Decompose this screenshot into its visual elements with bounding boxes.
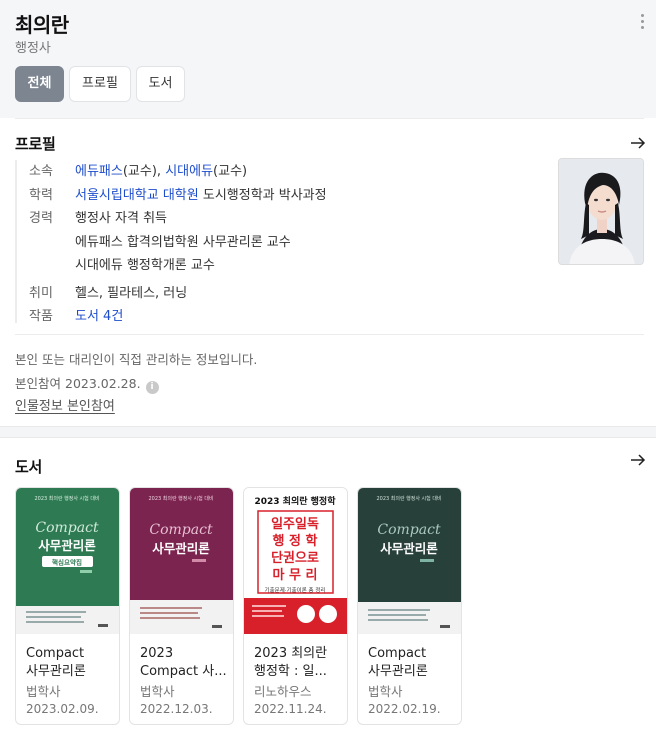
label-education: 학력 <box>29 188 53 203</box>
participation-info: 본인참여 2023.02.28. i <box>15 373 159 394</box>
svg-text:Compact: Compact <box>149 522 213 538</box>
book-title[interactable]: Compact 사무관리론 핵... <box>26 645 114 681</box>
divider <box>15 118 644 119</box>
tab-profile[interactable]: 프로필 <box>69 66 131 102</box>
book-title[interactable]: 2023 Compact 사... <box>140 645 228 681</box>
svg-text:2023 최의란 행정사 시험 대비: 2023 최의란 행정사 시험 대비 <box>34 495 99 502</box>
label-career: 경력 <box>29 211 53 226</box>
value-hobby: 헬스, 필라테스, 러닝 <box>75 286 188 301</box>
book-date: 2022.11.24. <box>254 702 327 716</box>
link-edupass[interactable]: 에듀패스 <box>75 164 123 179</box>
tab-books[interactable]: 도서 <box>136 66 185 102</box>
svg-text:사무관리론: 사무관리론 <box>38 538 96 553</box>
svg-text:2023 최의란 행정학: 2023 최의란 행정학 <box>255 495 337 507</box>
link-sidaeedu[interactable]: 시대에듀 <box>165 164 213 179</box>
book-date: 2023.02.09. <box>26 702 99 716</box>
profile-photo <box>558 158 644 265</box>
book-publisher: 법학사 <box>140 684 175 699</box>
svg-text:2023 최의란 행정사 시험 대비: 2023 최의란 행정사 시험 대비 <box>148 495 213 502</box>
more-options-icon[interactable] <box>636 14 648 34</box>
info-icon[interactable]: i <box>145 381 159 394</box>
book-date: 2022.12.03. <box>140 702 213 716</box>
value-affiliation: 에듀패스(교수), 시대에듀(교수) <box>75 164 248 179</box>
svg-text:사무관리론: 사무관리론 <box>152 541 210 556</box>
book-date: 2022.02.19. <box>368 702 441 716</box>
tab-all[interactable]: 전체 <box>15 66 64 102</box>
participation-date: 2023.02.28. <box>65 376 141 391</box>
arrow-right-icon[interactable] <box>630 452 646 468</box>
book-card[interactable]: 2023 최의란 행정사 시험 대비 Compact 사무관리론 핵심요약집 C… <box>15 487 120 725</box>
svg-text:Compact: Compact <box>35 520 99 536</box>
profile-rail <box>15 160 17 323</box>
career-line: 에듀패스 합격의법학원 사무관리론 교수 <box>75 235 291 250</box>
book-cover[interactable]: 2023 최의란 행정사 시험 대비 Compact 사무관리론 핵심요약집 <box>16 488 119 634</box>
book-publisher: 리노하우스 <box>254 684 312 699</box>
header: 최의란 행정사 전체 프로필 도서 <box>0 0 656 118</box>
label-works: 작품 <box>29 309 53 324</box>
book-card[interactable]: 2023 최의란 행정사 시험 대비 Compact 사무관리론 Compact… <box>357 487 462 725</box>
self-participate-link[interactable]: 인물정보 본인참여 <box>15 395 115 414</box>
link-university[interactable]: 서울시립대학교 대학원 <box>75 188 199 203</box>
label-affiliation: 소속 <box>29 164 53 179</box>
label-hobby: 취미 <box>29 286 53 301</box>
book-publisher: 법학사 <box>368 684 403 699</box>
svg-text:2023 최의란 행정사 시험 대비: 2023 최의란 행정사 시험 대비 <box>376 495 441 502</box>
svg-text:기출문제·기출이론 총 정리: 기출문제·기출이론 총 정리 <box>265 586 326 594</box>
book-publisher: 법학사 <box>26 684 61 699</box>
svg-text:행 정 학: 행 정 학 <box>273 533 318 549</box>
value-education: 서울시립대학교 대학원 도시행정학과 박사과정 <box>75 188 327 203</box>
link-books-count[interactable]: 도서 4건 <box>75 305 123 324</box>
book-card[interactable]: 2023 최의란 행정학 일주일독 행 정 학 단권으로 마 무 리 기출문제·… <box>243 487 348 725</box>
book-cover[interactable]: 2023 최의란 행정사 시험 대비 Compact 사무관리론 <box>130 488 233 634</box>
divider <box>15 334 644 335</box>
career-line: 시대에듀 행정학개론 교수 <box>75 258 215 273</box>
profile-section-title: 프로필 <box>15 135 56 153</box>
management-note: 본인 또는 대리인이 직접 관리하는 정보입니다. <box>15 352 258 367</box>
arrow-right-icon[interactable] <box>630 135 646 151</box>
svg-text:일주일독: 일주일독 <box>271 517 319 532</box>
book-title[interactable]: 2023 최의란 행정학 : 일... <box>254 645 342 681</box>
svg-text:마 무 리: 마 무 리 <box>273 567 318 583</box>
book-title[interactable]: Compact 사무관리론(행... <box>368 645 456 681</box>
book-cover[interactable]: 2023 최의란 행정학 일주일독 행 정 학 단권으로 마 무 리 기출문제·… <box>244 488 347 634</box>
books-section-title: 도서 <box>15 458 43 476</box>
svg-text:Compact: Compact <box>377 522 441 538</box>
career-line: 행정사 자격 취득 <box>75 211 167 226</box>
section-separator <box>0 426 656 438</box>
book-card[interactable]: 2023 최의란 행정사 시험 대비 Compact 사무관리론 2023 Co… <box>129 487 234 725</box>
svg-text:사무관리론: 사무관리론 <box>380 541 438 556</box>
svg-text:핵심요약집: 핵심요약집 <box>52 558 82 567</box>
book-cover[interactable]: 2023 최의란 행정사 시험 대비 Compact 사무관리론 <box>358 488 461 634</box>
person-name: 최의란 <box>15 13 69 37</box>
person-occupation: 행정사 <box>15 41 51 56</box>
svg-text:단권으로: 단권으로 <box>271 550 319 566</box>
